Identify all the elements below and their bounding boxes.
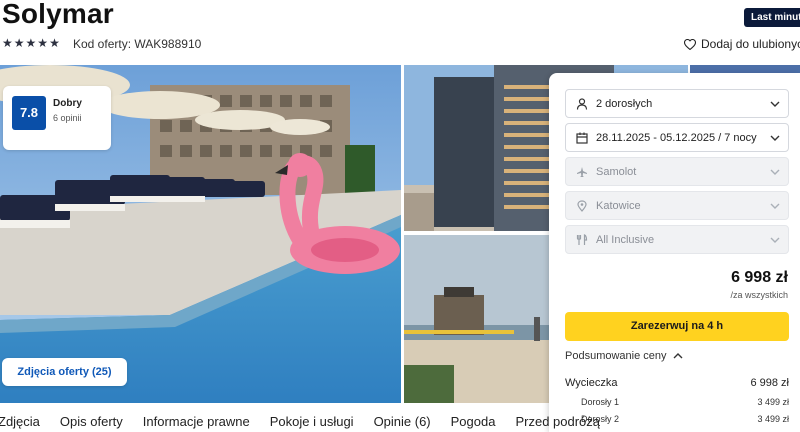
price-note: /za wszystkich	[730, 290, 788, 300]
calendar-icon	[574, 130, 590, 146]
main-photo[interactable]: 7.8 Dobry 6 opinii Zdjęcia oferty (25)	[0, 65, 401, 403]
trip-label: Wycieczka	[565, 377, 618, 389]
chevron-down-icon	[770, 235, 780, 245]
trip-price-row: Wycieczka 6 998 zł	[565, 377, 789, 389]
tab-weather[interactable]: Pogoda	[451, 414, 496, 429]
adult1-price-row: Dorosły 1 3 499 zł	[565, 397, 789, 407]
board-value: All Inclusive	[596, 233, 655, 246]
star-rating: ★ ★ ★ ★ ★	[2, 36, 60, 50]
adult2-price: 3 499 zł	[757, 414, 789, 424]
plane-icon	[574, 164, 590, 180]
book-button[interactable]: Zarezerwuj na 4 h	[565, 312, 789, 341]
hotel-title: Solymar	[2, 0, 114, 29]
travelers-value: 2 dorosłych	[596, 97, 653, 110]
offer-code: Kod oferty: WAK988910	[73, 37, 202, 51]
offer-page: Solymar ★ ★ ★ ★ ★ Kod oferty: WAK988910 …	[0, 0, 800, 432]
tab-photos[interactable]: Zdjęcia	[0, 414, 40, 429]
trip-price: 6 998 zł	[750, 377, 789, 389]
departure-select[interactable]: Katowice	[565, 191, 789, 220]
tab-legal-info[interactable]: Informacje prawne	[143, 414, 250, 429]
favorites-label: Dodaj do ulubionych	[701, 37, 800, 51]
rating-score: 7.8	[12, 96, 46, 130]
star-icon: ★	[37, 36, 49, 50]
dates-value: 28.11.2025 - 05.12.2025 / 7 nocy	[596, 131, 757, 144]
booking-panel: 2 dorosłych 28.11.2025 - 05.12.2025 / 7 …	[549, 73, 800, 432]
price-summary-label: Podsumowanie ceny	[565, 350, 667, 362]
chevron-down-icon	[770, 133, 780, 143]
adult1-label: Dorosły 1	[581, 397, 620, 407]
chevron-down-icon	[770, 99, 780, 109]
tab-reviews[interactable]: Opinie (6)	[374, 414, 431, 429]
chevron-down-icon	[770, 167, 780, 177]
adult1-price: 3 499 zł	[757, 397, 789, 407]
tab-description[interactable]: Opis oferty	[60, 414, 123, 429]
rating-count: 6 opinii	[53, 113, 82, 123]
person-icon	[574, 96, 590, 112]
cutlery-icon	[574, 232, 590, 248]
chevron-up-icon	[673, 353, 683, 359]
add-to-favorites-button[interactable]: Dodaj do ulubionych	[684, 37, 800, 51]
total-price: 6 998 zł	[731, 269, 788, 286]
last-minute-badge: Last minute	[744, 8, 800, 27]
transport-select[interactable]: Samolot	[565, 157, 789, 186]
departure-value: Katowice	[596, 199, 641, 212]
chevron-down-icon	[770, 201, 780, 211]
location-pin-icon	[574, 198, 590, 214]
rating-label: Dobry	[53, 98, 82, 109]
tab-rooms-services[interactable]: Pokoje i usługi	[270, 414, 354, 429]
price-summary-toggle[interactable]: Podsumowanie ceny	[565, 350, 683, 362]
board-select[interactable]: All Inclusive	[565, 225, 789, 254]
star-icon: ★	[2, 36, 13, 50]
rating-card: 7.8 Dobry 6 opinii	[3, 86, 111, 150]
heart-icon	[684, 38, 696, 50]
dates-select[interactable]: 28.11.2025 - 05.12.2025 / 7 nocy	[565, 123, 789, 152]
transport-value: Samolot	[596, 165, 637, 178]
star-icon: ★	[13, 36, 25, 50]
offer-tabs: Zdjęcia Opis oferty Informacje prawne Po…	[0, 414, 620, 429]
tab-before-travel[interactable]: Przed podróżą	[515, 414, 600, 429]
star-icon: ★	[49, 36, 60, 50]
star-icon: ★	[25, 36, 37, 50]
offer-photos-button[interactable]: Zdjęcia oferty (25)	[2, 358, 127, 386]
travelers-select[interactable]: 2 dorosłych	[565, 89, 789, 118]
